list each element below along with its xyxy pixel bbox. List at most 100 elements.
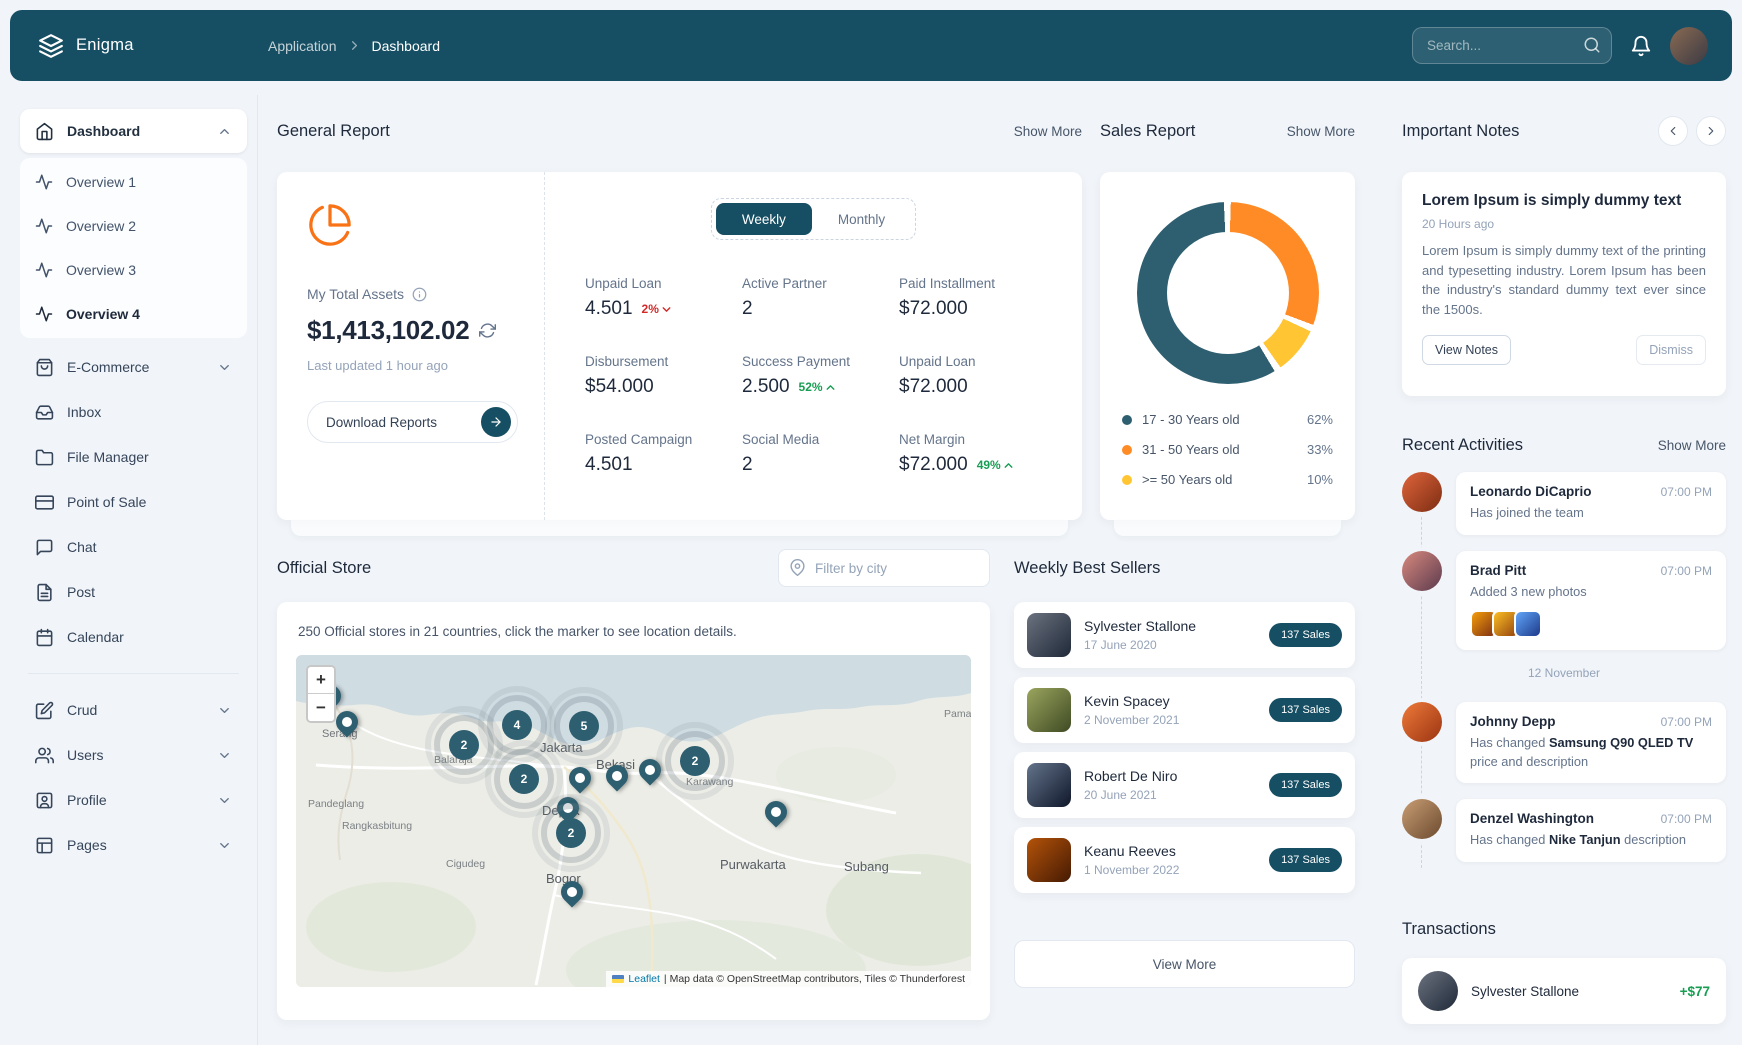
toggle-monthly[interactable]: Monthly [812, 203, 911, 235]
sales-badge[interactable]: 137 Sales [1269, 623, 1342, 647]
activity-icon [35, 261, 53, 279]
sidebar-item-label: Overview 4 [66, 306, 140, 322]
chevron-down-icon [217, 838, 232, 853]
legend-value: 33% [1307, 442, 1333, 457]
notifications-button[interactable] [1630, 35, 1652, 57]
card-stack-layer [1114, 520, 1341, 536]
sidebar-item-overview-1[interactable]: Overview 1 [20, 160, 247, 204]
activity-card: Leonardo DiCaprio 07:00 PM Has joined th… [1456, 472, 1726, 535]
marker-cluster[interactable]: 5 [569, 711, 599, 741]
chevron-down-icon [217, 360, 232, 375]
seller-name: Kevin Spacey [1084, 693, 1179, 709]
official-store-card: 250 Official stores in 21 countries, cli… [277, 602, 990, 1020]
notes-prev-button[interactable] [1658, 116, 1688, 146]
zoom-in-button[interactable]: + [308, 667, 334, 694]
activity-avatar[interactable] [1402, 799, 1442, 839]
pie-chart-icon [307, 202, 353, 248]
sales-badge[interactable]: 137 Sales [1269, 698, 1342, 722]
marker-cluster[interactable]: 4 [502, 710, 532, 740]
activity-name[interactable]: Leonardo DiCaprio [1470, 484, 1592, 499]
chevron-down-icon [217, 793, 232, 808]
activity-avatar[interactable] [1402, 472, 1442, 512]
legend-label: 17 - 30 Years old [1142, 412, 1240, 427]
sidebar-item-ecommerce[interactable]: E-Commerce [20, 345, 247, 389]
filter-by-city-input[interactable] [778, 549, 990, 587]
photo-thumbnail[interactable] [1514, 610, 1542, 638]
general-report-show-more[interactable]: Show More [1014, 124, 1082, 139]
breadcrumb-dashboard[interactable]: Dashboard [372, 38, 441, 54]
toggle-weekly[interactable]: Weekly [716, 203, 812, 235]
notes-next-button[interactable] [1696, 116, 1726, 146]
transaction-row[interactable]: Sylvester Stallone +$77 [1402, 958, 1726, 1024]
sidebar-item-label: Pages [67, 837, 107, 853]
store-map[interactable]: Serang Pandeglang Rangkasbitung Balaraja… [296, 655, 971, 987]
sales-badge[interactable]: 137 Sales [1269, 773, 1342, 797]
activity-avatar[interactable] [1402, 551, 1442, 591]
user-avatar[interactable] [1670, 27, 1708, 65]
leaflet-link[interactable]: Leaflet [628, 973, 660, 985]
sales-report-show-more[interactable]: Show More [1287, 124, 1355, 139]
seller-row[interactable]: Robert De Niro 20 June 2021 137 Sales [1014, 752, 1355, 818]
activities-show-more[interactable]: Show More [1658, 438, 1726, 453]
recent-activities-header: Recent Activities Show More [1402, 430, 1726, 460]
sidebar-item-dashboard[interactable]: Dashboard [20, 109, 247, 153]
sidebar-item-overview-3[interactable]: Overview 3 [20, 248, 247, 292]
activity-name[interactable]: Denzel Washington [1470, 811, 1594, 826]
activity-time: 07:00 PM [1661, 715, 1712, 729]
chevron-up-icon [1002, 459, 1015, 472]
seller-row[interactable]: Kevin Spacey 2 November 2021 137 Sales [1014, 677, 1355, 743]
users-icon [35, 746, 54, 765]
general-report-card: My Total Assets $1,413,102.02 Last updat… [277, 172, 1082, 520]
stat-success-payment: Success Payment 2.500 52% [742, 354, 885, 398]
activity-item: Denzel Washington 07:00 PM Has changed N… [1402, 799, 1726, 862]
legend-row: >= 50 Years old 10% [1122, 472, 1333, 487]
sidebar-item-overview-4[interactable]: Overview 4 [20, 292, 247, 336]
seller-avatar [1027, 613, 1071, 657]
seller-row[interactable]: Keanu Reeves 1 November 2022 137 Sales [1014, 827, 1355, 893]
sidebar-item-pages[interactable]: Pages [20, 823, 247, 867]
sidebar-item-inbox[interactable]: Inbox [20, 390, 247, 434]
activity-name[interactable]: Brad Pitt [1470, 563, 1526, 578]
refresh-icon[interactable] [479, 322, 496, 339]
sidebar-item-point-of-sale[interactable]: Point of Sale [20, 480, 247, 524]
view-more-button[interactable]: View More [1014, 940, 1355, 988]
search-icon[interactable] [1583, 36, 1601, 54]
legend-value: 10% [1307, 472, 1333, 487]
activity-text: Has changed Nike Tanjun description [1470, 831, 1712, 850]
sidebar-item-calendar[interactable]: Calendar [20, 615, 247, 659]
brand[interactable]: Enigma [10, 33, 262, 59]
sidebar-item-post[interactable]: Post [20, 570, 247, 614]
total-assets-label: My Total Assets [307, 286, 404, 302]
stat-delta: 2% [642, 302, 673, 316]
sales-badge[interactable]: 137 Sales [1269, 848, 1342, 872]
layout-icon [35, 836, 54, 855]
view-notes-button[interactable]: View Notes [1422, 335, 1511, 365]
marker-cluster[interactable]: 2 [556, 818, 586, 848]
activity-avatar[interactable] [1402, 702, 1442, 742]
map-attribution: Leaflet | Map data © OpenStreetMap contr… [606, 971, 971, 987]
marker-cluster[interactable]: 2 [509, 764, 539, 794]
activity-icon [35, 305, 53, 323]
download-reports-button[interactable]: Download Reports [307, 401, 518, 443]
sidebar-item-file-manager[interactable]: File Manager [20, 435, 247, 479]
sidebar-item-label: Calendar [67, 629, 124, 645]
sidebar-item-label: Overview 3 [66, 262, 136, 278]
sidebar-item-overview-2[interactable]: Overview 2 [20, 204, 247, 248]
sidebar-item-chat[interactable]: Chat [20, 525, 247, 569]
info-icon[interactable] [412, 287, 427, 302]
breadcrumb-application[interactable]: Application [268, 38, 337, 54]
activity-text: Has joined the team [1470, 504, 1712, 523]
zoom-out-button[interactable]: − [308, 694, 334, 721]
marker-cluster[interactable]: 2 [449, 730, 479, 760]
seller-row[interactable]: Sylvester Stallone 17 June 2020 137 Sale… [1014, 602, 1355, 668]
sidebar-item-users[interactable]: Users [20, 733, 247, 777]
sidebar-item-profile[interactable]: Profile [20, 778, 247, 822]
dismiss-button[interactable]: Dismiss [1636, 335, 1706, 365]
map-pin-icon [789, 559, 806, 576]
activity-name[interactable]: Johnny Depp [1470, 714, 1556, 729]
sidebar-item-crud[interactable]: Crud [20, 688, 247, 732]
marker-cluster[interactable]: 2 [680, 746, 710, 776]
search-input[interactable] [1412, 27, 1612, 64]
inbox-icon [35, 403, 54, 422]
activity-item: Brad Pitt 07:00 PM Added 3 new photos [1402, 551, 1726, 651]
